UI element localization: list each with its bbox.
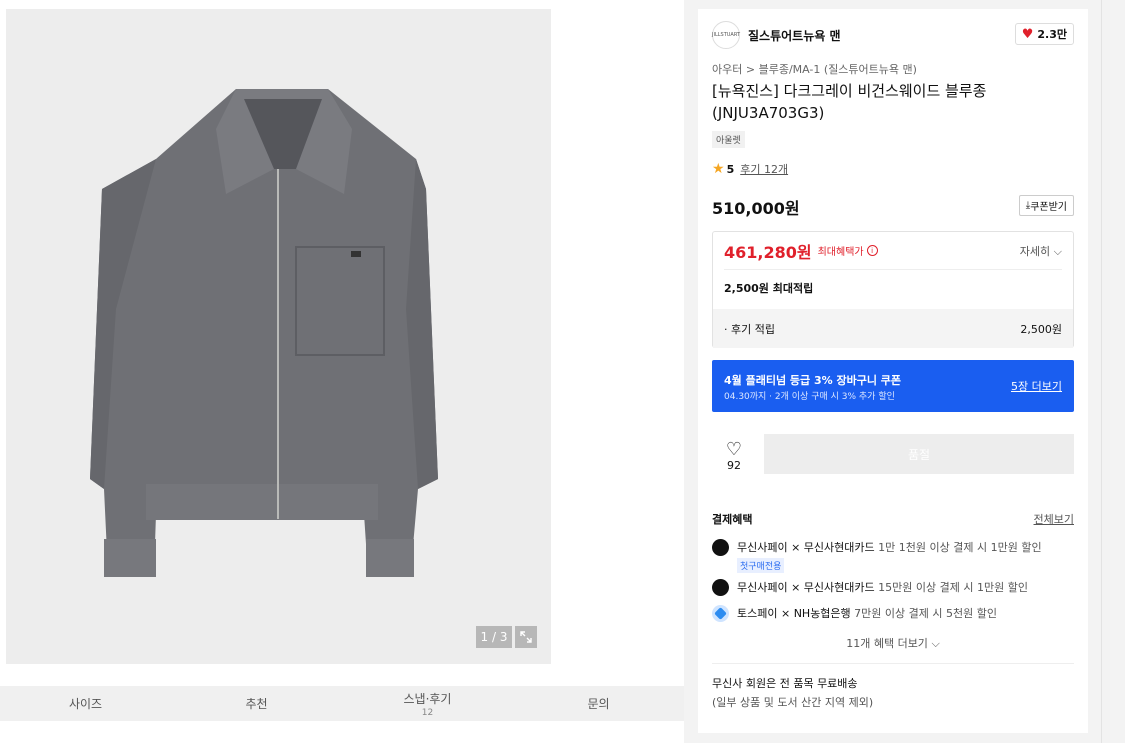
toss-pay-icon: [712, 605, 729, 622]
divider: [1101, 0, 1102, 743]
payment-name: 토스페이 × NH농협은행: [737, 607, 851, 620]
payment-item-text: 무신사페이 × 무신사현대카드 1만 1천원 이상 결제 시 1만원 할인 첫구…: [737, 539, 1042, 573]
divider: [712, 663, 1074, 664]
wishlist-button[interactable]: ♡ 92: [712, 434, 756, 478]
tab-label: 사이즈: [68, 697, 103, 711]
banner-title: 4월 플래티넘 등급 3% 장바구니 쿠폰: [724, 374, 902, 387]
payment-name: 무신사페이 × 무신사현대카드: [737, 581, 875, 594]
review-link[interactable]: 후기 12개: [740, 161, 788, 177]
tab-label: 문의: [587, 697, 610, 711]
payment-desc: 15만원 이상 결제 시 1만원 할인: [878, 581, 1028, 594]
detail-label: 자세히: [1019, 244, 1051, 258]
breadcrumb: 아우터 > 블루종/MA-1 (질스튜어트뉴욕 맨): [712, 61, 1074, 77]
payment-desc: 7만원 이상 결제 시 5천원 할인: [854, 607, 997, 620]
brand-like-count: 2.3만: [1037, 28, 1067, 41]
more-benefits-label: 11개 혜택 더보기: [846, 637, 928, 650]
benefit-price-row: 461,280원 최대혜택가 i 자세히 ⌵: [724, 232, 1062, 270]
detail-toggle[interactable]: 자세히 ⌵: [1020, 243, 1062, 259]
breadcrumb-level1[interactable]: 아우터: [712, 63, 742, 76]
tab-snap-review[interactable]: 스냅·후기 12: [342, 686, 513, 721]
rating-row: ★ 5 후기 12개: [712, 161, 1074, 177]
banner-more-link[interactable]: 5장 더보기: [1011, 378, 1062, 394]
musinsa-pay-icon: [712, 579, 729, 596]
payment-desc: 1만 1천원 이상 결제 시 1만원 할인: [878, 541, 1042, 554]
payment-item[interactable]: 토스페이 × NH농협은행 7만원 이상 결제 시 5천원 할인: [712, 605, 1074, 622]
chevron-right-icon: >: [745, 63, 756, 76]
chevron-down-icon: ⌵: [1053, 244, 1062, 258]
payment-item-text: 토스페이 × NH농협은행 7만원 이상 결제 시 5천원 할인: [737, 605, 997, 621]
info-icon[interactable]: i: [866, 245, 878, 256]
brand-like-button[interactable]: ♥ 2.3만: [1014, 23, 1074, 45]
tab-recommend[interactable]: 추천: [171, 686, 342, 721]
tab-count: 12: [421, 707, 434, 718]
more-benefits-toggle[interactable]: 11개 혜택 더보기 ⌵: [698, 635, 1088, 651]
brand-row: JILLSTUART 질스튜어트뉴욕 맨 ♥ 2.3만: [712, 20, 1074, 50]
payment-item[interactable]: 무신사페이 × 무신사현대카드 1만 1천원 이상 결제 시 1만원 할인 첫구…: [712, 539, 1074, 573]
max-points: 2,500원 최대적립: [724, 282, 814, 295]
rating-score: 5: [726, 162, 735, 176]
product-title: [뉴욕진스] 다크그레이 비건스웨이드 블루종 (JNJU3A703G3): [712, 82, 987, 122]
tab-label: 스냅·후기: [403, 691, 452, 706]
coupon-label: 쿠폰받기: [1030, 202, 1067, 213]
tab-inquiry[interactable]: 문의: [513, 686, 684, 721]
payment-item-text: 무신사페이 × 무신사현대카드 15만원 이상 결제 시 1만원 할인: [737, 579, 1028, 595]
heart-outline-icon: ♡: [725, 438, 743, 460]
expand-icon[interactable]: [515, 626, 537, 648]
review-points-value: 2,500원: [1020, 322, 1062, 336]
heart-icon: ♥: [1021, 26, 1034, 42]
musinsa-pay-icon: [712, 539, 729, 556]
chevron-down-icon: ⌵: [931, 637, 940, 650]
image-counter: 1 / 3: [476, 626, 512, 648]
soldout-button[interactable]: 품절: [764, 434, 1074, 474]
payment-benefit-heading: 결제혜택: [712, 513, 753, 526]
tab-label: 추천: [245, 697, 268, 711]
jacket-illustration: [90, 89, 438, 577]
wishlist-count: 92: [727, 458, 741, 472]
brand-name[interactable]: 질스튜어트뉴욕 맨: [748, 27, 841, 44]
payment-view-all[interactable]: 전체보기: [1034, 511, 1074, 527]
shipping-note: (일부 상품 및 도서 산간 지역 제외): [712, 696, 874, 709]
payment-name: 무신사페이 × 무신사현대카드: [737, 541, 875, 554]
product-gallery-area: 1 / 3 사이즈 추천 스냅·후기 12 문의: [0, 0, 684, 743]
benefit-box: 461,280원 최대혜택가 i 자세히 ⌵ 2,500원 최대적립 · 후기 …: [712, 231, 1074, 348]
product-image[interactable]: [6, 9, 551, 664]
tab-size[interactable]: 사이즈: [0, 686, 171, 721]
outlet-tag: 아울렛: [712, 131, 745, 148]
coupon-banner[interactable]: 4월 플래티넘 등급 3% 장바구니 쿠폰 04.30까지 · 2개 이상 구매…: [712, 360, 1074, 412]
first-purchase-badge: 첫구매전용: [737, 558, 785, 573]
max-benefit-label: 최대혜택가: [817, 247, 864, 258]
breadcrumb-level2[interactable]: 블루종/MA-1 (질스튜어트뉴욕 맨): [759, 63, 917, 76]
product-info-panel: JILLSTUART 질스튜어트뉴욕 맨 ♥ 2.3만 아우터 > 블루종/MA…: [698, 9, 1088, 733]
brand-logo[interactable]: JILLSTUART: [712, 21, 740, 49]
star-icon: ★: [712, 161, 725, 177]
payment-item[interactable]: 무신사페이 × 무신사현대카드 15만원 이상 결제 시 1만원 할인: [712, 579, 1074, 596]
review-points-row: · 후기 적립 2,500원: [713, 309, 1073, 348]
coupon-button[interactable]: ⤓ 쿠폰받기: [1018, 195, 1074, 216]
shipping-info: 무신사 회원은 전 품목 무료배송: [712, 677, 858, 690]
sale-price: 461,280원: [724, 242, 812, 262]
product-tabs: 사이즈 추천 스냅·후기 12 문의: [0, 686, 684, 721]
review-points-label: · 후기 적립: [724, 322, 775, 336]
banner-subtitle: 04.30까지 · 2개 이상 구매 시 3% 추가 할인: [724, 392, 895, 402]
